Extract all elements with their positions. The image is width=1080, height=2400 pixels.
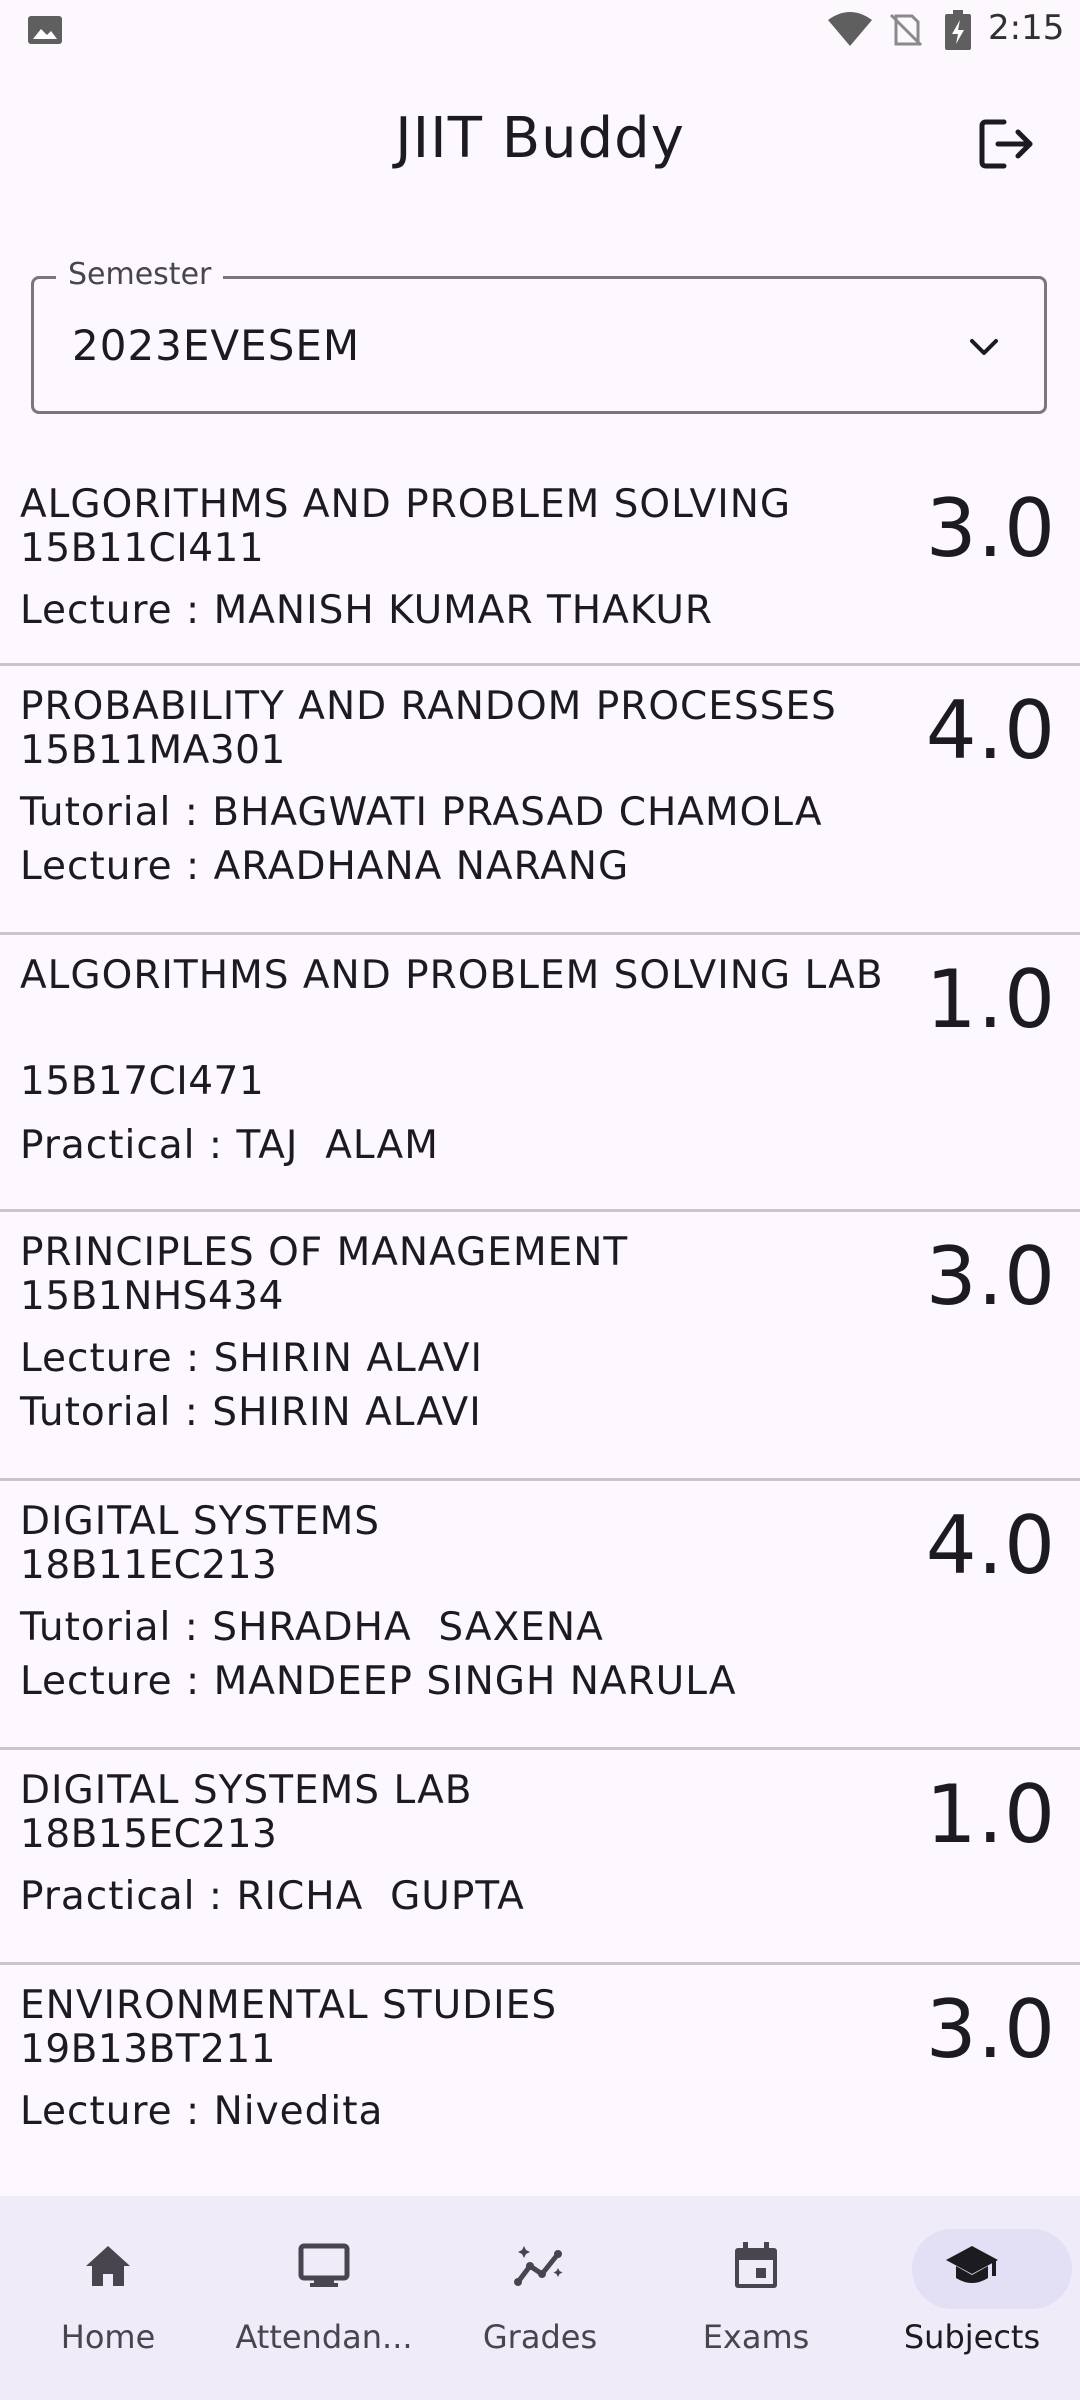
home-icon <box>86 2246 130 2286</box>
semester-label: Semester <box>56 257 224 292</box>
no-sim-icon <box>889 13 923 47</box>
bottom-nav: Home Attendan... Grades Exams Subjects <box>0 2196 1080 2400</box>
page-title: JIIT Buddy <box>395 106 685 171</box>
nav-label: Attendan... <box>235 2318 413 2356</box>
subject-card[interactable]: ALGORITHMS AND PROBLEM SOLVING LAB 15B17… <box>0 935 1080 1212</box>
subject-code: 15B1NHS434 <box>20 1274 284 1319</box>
faculty-line: Tutorial : SHIRIN ALAVI <box>20 1390 482 1435</box>
subject-credits: 3.0 <box>925 1230 1056 1323</box>
subject-code: 15B11CI411 <box>20 526 265 571</box>
status-time: 2:15 <box>988 8 1065 48</box>
subject-credits: 3.0 <box>925 482 1056 575</box>
faculty-line: Lecture : MANISH KUMAR THAKUR <box>20 588 713 633</box>
subject-code: 19B13BT211 <box>20 2027 277 2072</box>
subject-card[interactable]: PROBABILITY AND RANDOM PROCESSES 15B11MA… <box>0 666 1080 935</box>
graduation-cap-icon <box>946 2246 998 2283</box>
subject-card[interactable]: ENVIRONMENTAL STUDIES 19B13BT211 Lecture… <box>0 1965 1080 2195</box>
semester-value: 2023EVESEM <box>72 321 361 370</box>
nav-subjects[interactable]: Subjects <box>864 2196 1080 2400</box>
faculty-line: Lecture : SHIRIN ALAVI <box>20 1336 484 1381</box>
faculty-line: Tutorial : BHAGWATI PRASAD CHAMOLA <box>20 790 823 835</box>
faculty-line: Lecture : ARADHANA NARANG <box>20 844 630 889</box>
nav-home[interactable]: Home <box>0 2196 216 2400</box>
subject-code: 15B17CI471 <box>20 1059 265 1104</box>
subject-credits: 1.0 <box>925 1768 1056 1861</box>
subject-code: 15B11MA301 <box>20 728 286 773</box>
subject-name: ALGORITHMS AND PROBLEM SOLVING LAB <box>20 953 884 998</box>
logout-icon[interactable] <box>970 108 1042 180</box>
status-bar: 2:15 <box>0 0 1080 60</box>
nav-attendance[interactable]: Attendan... <box>216 2196 432 2400</box>
wifi-icon <box>828 12 872 46</box>
faculty-line: Practical : TAJ ALAM <box>20 1123 439 1168</box>
nav-label: Exams <box>702 2318 810 2356</box>
nav-exams[interactable]: Exams <box>648 2196 864 2400</box>
subject-card[interactable]: DIGITAL SYSTEMS LAB 18B15EC213 Practical… <box>0 1750 1080 1965</box>
image-icon <box>28 16 62 44</box>
battery-icon <box>945 10 971 50</box>
subject-card[interactable]: PRINCIPLES OF MANAGEMENT 15B1NHS434 Lect… <box>0 1212 1080 1481</box>
subject-credits: 1.0 <box>925 953 1056 1046</box>
nav-label: Grades <box>482 2318 598 2356</box>
subject-card[interactable]: ALGORITHMS AND PROBLEM SOLVING 15B11CI41… <box>0 464 1080 666</box>
faculty-line: Lecture : MANDEEP SINGH NARULA <box>20 1659 737 1704</box>
subject-card[interactable]: DIGITAL SYSTEMS 18B11EC213 Tutorial : SH… <box>0 1481 1080 1750</box>
calendar-icon <box>735 2242 777 2288</box>
subject-code: 18B11EC213 <box>20 1543 278 1588</box>
subject-credits: 3.0 <box>925 1983 1056 2076</box>
nav-grades[interactable]: Grades <box>432 2196 648 2400</box>
subject-code: 18B15EC213 <box>20 1812 278 1857</box>
app-bar: JIIT Buddy <box>0 60 1080 228</box>
faculty-line: Lecture : Nivedita <box>20 2089 384 2134</box>
semester-dropdown[interactable]: Semester 2023EVESEM <box>31 257 1047 414</box>
chevron-down-icon <box>970 339 998 355</box>
monitor-icon <box>298 2243 350 2287</box>
faculty-line: Practical : RICHA GUPTA <box>20 1874 525 1919</box>
grades-chart-icon <box>514 2246 563 2286</box>
faculty-line: Tutorial : SHRADHA SAXENA <box>20 1605 604 1650</box>
subject-credits: 4.0 <box>925 1499 1056 1592</box>
nav-label: Subjects <box>903 2318 1041 2356</box>
nav-label: Home <box>60 2318 156 2356</box>
subjects-list: ALGORITHMS AND PROBLEM SOLVING 15B11CI41… <box>0 464 1080 2195</box>
subject-credits: 4.0 <box>925 684 1056 777</box>
